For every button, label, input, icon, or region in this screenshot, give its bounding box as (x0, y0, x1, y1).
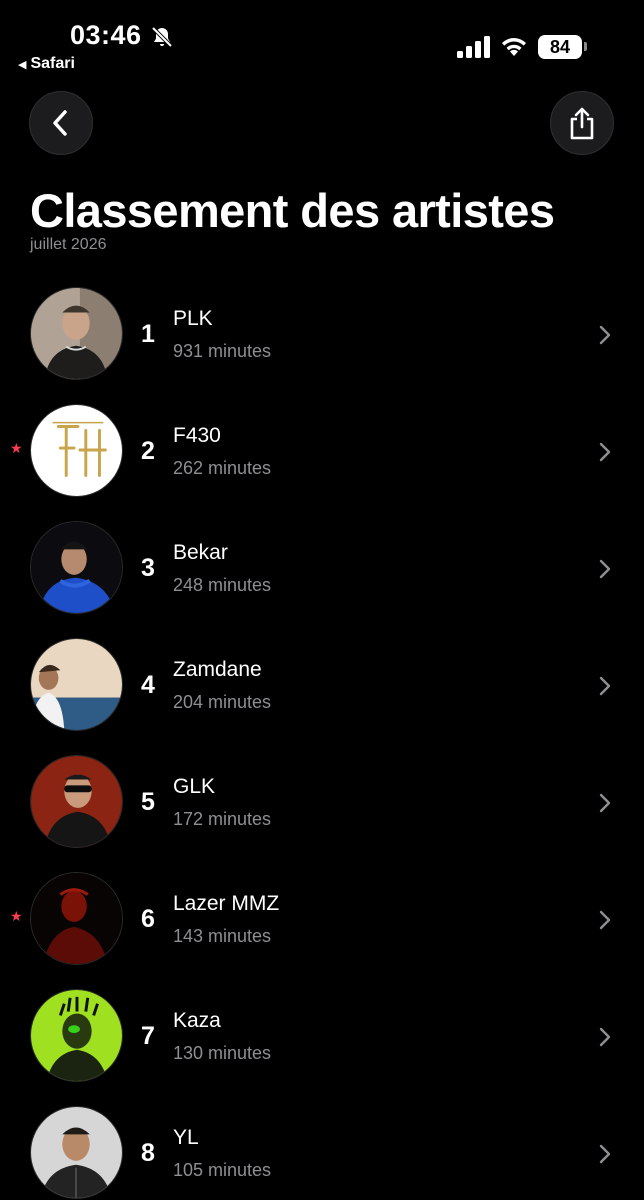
back-app-label: Safari (30, 55, 75, 72)
chevron-right-icon (599, 559, 611, 579)
back-to-app-link[interactable]: ◀ Safari (18, 55, 75, 73)
artist-minutes: 130 minutes (173, 1043, 272, 1063)
artist-minutes: 204 minutes (173, 692, 272, 712)
artist-name: Kaza (173, 1009, 221, 1032)
artist-rank: 6 (141, 905, 155, 933)
artist-row[interactable]: 8 YL 105 minutes (0, 1094, 644, 1200)
artist-list: 1 PLK 931 minutes ★ 2 F430 262 minutes 3… (0, 275, 644, 1200)
artist-avatar (30, 287, 123, 380)
chevron-right-icon (599, 910, 611, 930)
chevron-right-icon (599, 325, 611, 345)
artist-name: Bekar (173, 541, 228, 564)
artist-rank: 8 (141, 1139, 155, 1167)
artist-row[interactable]: 7 Kaza 130 minutes (0, 977, 644, 1094)
artist-avatar (30, 404, 123, 497)
star-icon: ★ (10, 908, 23, 924)
cellular-signal-icon (457, 36, 490, 58)
status-time: 03:46 (70, 20, 142, 50)
artist-avatar (30, 1106, 123, 1199)
artist-minutes: 262 minutes (173, 458, 272, 478)
artist-row[interactable]: 1 PLK 931 minutes (0, 275, 644, 392)
screen: 03:46 ◀ Safari 84 Classement des artiste… (0, 0, 644, 1200)
artist-minutes: 248 minutes (173, 575, 272, 595)
artist-name: Lazer MMZ (173, 892, 280, 915)
artist-name: GLK (173, 775, 216, 798)
artist-avatar (30, 872, 123, 965)
share-button[interactable] (550, 91, 614, 155)
battery-tip (584, 42, 587, 51)
bell-slash-icon (151, 26, 173, 48)
artist-name: PLK (173, 307, 213, 330)
chevron-right-icon (599, 676, 611, 696)
wifi-icon (502, 38, 526, 56)
artist-avatar (30, 755, 123, 848)
artist-row[interactable]: ★ 2 F430 262 minutes (0, 392, 644, 509)
chevron-right-icon (599, 1144, 611, 1164)
artist-row[interactable]: 5 GLK 172 minutes (0, 743, 644, 860)
artist-minutes: 931 minutes (173, 341, 272, 361)
chevron-right-icon (599, 1027, 611, 1047)
artist-minutes: 172 minutes (173, 809, 272, 829)
artist-name: Zamdane (173, 658, 262, 681)
page-subtitle: juillet 2026 (30, 236, 107, 253)
artist-row[interactable]: 4 Zamdane 204 minutes (0, 626, 644, 743)
artist-row[interactable]: ★ 6 Lazer MMZ 143 minutes (0, 860, 644, 977)
back-triangle-icon: ◀ (18, 58, 27, 71)
share-icon (570, 107, 594, 140)
artist-avatar (30, 989, 123, 1082)
page-title: Classement des artistes (30, 184, 555, 237)
artist-rank: 2 (141, 437, 155, 465)
artist-rank: 1 (141, 320, 155, 348)
chevron-left-icon (53, 110, 67, 136)
status-bar: 03:46 ◀ Safari 84 (0, 0, 644, 80)
artist-rank: 3 (141, 554, 155, 582)
battery-indicator: 84 (538, 35, 582, 59)
artist-avatar (30, 638, 123, 731)
artist-row[interactable]: 3 Bekar 248 minutes (0, 509, 644, 626)
back-button[interactable] (29, 91, 93, 155)
artist-minutes: 143 minutes (173, 926, 272, 946)
artist-name: YL (173, 1126, 199, 1149)
artist-rank: 5 (141, 788, 155, 816)
artist-name: F430 (173, 424, 221, 447)
star-icon: ★ (10, 440, 23, 456)
chevron-right-icon (599, 793, 611, 813)
artist-minutes: 105 minutes (173, 1160, 272, 1180)
artist-rank: 4 (141, 671, 155, 699)
chevron-right-icon (599, 442, 611, 462)
artist-avatar (30, 521, 123, 614)
artist-rank: 7 (141, 1022, 155, 1050)
